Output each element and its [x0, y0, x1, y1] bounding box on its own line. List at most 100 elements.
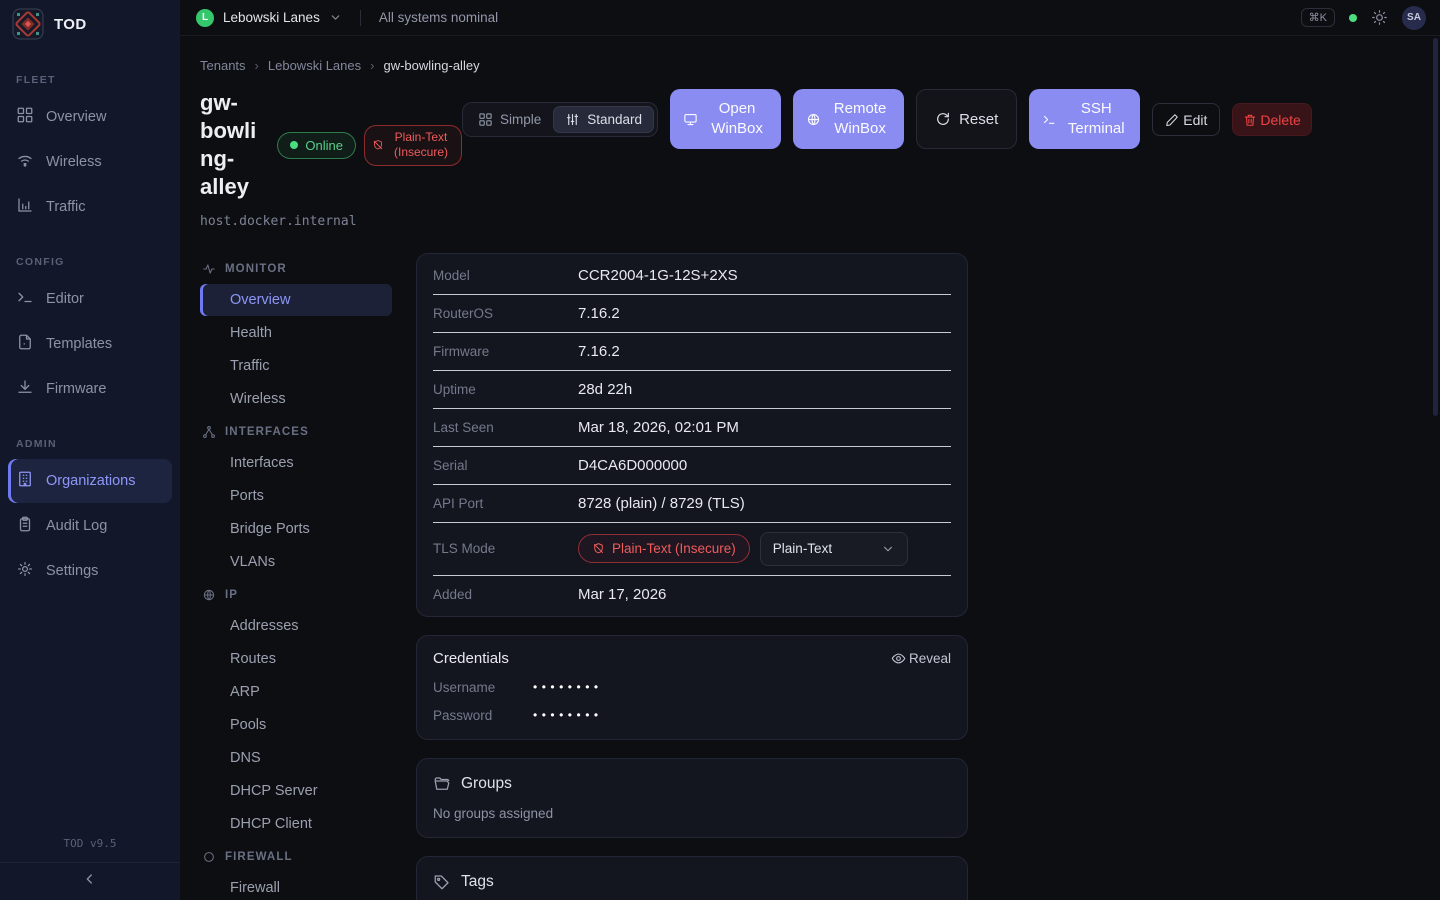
subnav-item-overview[interactable]: Overview: [200, 284, 392, 316]
subnav-item-traffic[interactable]: Traffic: [200, 350, 392, 382]
credential-masked-value: ••••••••: [533, 708, 603, 722]
sidebar-item-wireless[interactable]: Wireless: [8, 140, 172, 184]
body-columns: MONITOR Overview Health Traffic Wireless…: [200, 253, 1420, 900]
topbar-right: ⌘K SA: [1301, 6, 1426, 30]
detail-row-serial: Serial D4CA6D000000: [433, 446, 951, 484]
subnav-item-routes[interactable]: Routes: [200, 643, 392, 675]
firewall-icon: [202, 850, 216, 864]
subnav-item-dhcp-client[interactable]: DHCP Client: [200, 808, 392, 840]
detail-label: Added: [433, 587, 578, 602]
grid-icon: [478, 112, 493, 127]
subnav-section-monitor: MONITOR: [200, 253, 392, 283]
mode-standard-button[interactable]: Standard: [553, 106, 654, 133]
edit-label: Edit: [1183, 112, 1207, 128]
subnav-item-vlans[interactable]: VLANs: [200, 546, 392, 578]
breadcrumb-current: gw-bowling-alley: [383, 58, 479, 73]
app-root: TOD FLEET Overview Wireless Traffic CONF…: [0, 0, 1440, 900]
terminal-icon: [16, 288, 34, 310]
bar-chart-icon: [16, 196, 34, 218]
sidebar-item-label: Firmware: [46, 381, 106, 397]
app-logo-row: TOD: [0, 0, 180, 48]
command-palette-shortcut[interactable]: ⌘K: [1301, 8, 1335, 27]
trash-icon: [1243, 113, 1257, 127]
breadcrumb: Tenants › Lebowski Lanes › gw-bowling-al…: [200, 54, 1420, 73]
breadcrumb-separator: ›: [370, 58, 374, 73]
sidebar-item-settings[interactable]: Settings: [8, 549, 172, 593]
sidebar-item-overview[interactable]: Overview: [8, 95, 172, 139]
security-badge-label: Plain-Text (Insecure): [388, 130, 454, 161]
detail-row-uptime: Uptime 28d 22h: [433, 370, 951, 408]
sidebar-nav: FLEET Overview Wireless Traffic CONFIG E…: [0, 48, 180, 827]
subnav-item-dhcp-server[interactable]: DHCP Server: [200, 775, 392, 807]
tls-mode-select[interactable]: Plain-Text: [760, 532, 908, 566]
reset-button[interactable]: Reset: [916, 89, 1017, 149]
detail-value: 8728 (plain) / 8729 (TLS): [578, 495, 745, 512]
view-mode-toggle: Simple Standard: [462, 102, 658, 137]
sidebar-item-editor[interactable]: Editor: [8, 277, 172, 321]
shield-off-icon: [592, 542, 605, 555]
breadcrumb-separator: ›: [255, 58, 259, 73]
credentials-header: Credentials Reveal: [433, 650, 951, 667]
detail-value: D4CA6D000000: [578, 457, 687, 474]
subnav-item-ports[interactable]: Ports: [200, 480, 392, 512]
sidebar-item-templates[interactable]: Templates: [8, 322, 172, 366]
subnav-item-pools[interactable]: Pools: [200, 709, 392, 741]
reset-label: Reset: [959, 111, 998, 128]
file-icon: [16, 333, 34, 355]
scrollbar[interactable]: [1433, 38, 1438, 416]
mode-simple-label: Simple: [500, 112, 541, 127]
breadcrumb-tenant[interactable]: Lebowski Lanes: [268, 58, 361, 73]
subnav-item-dns[interactable]: DNS: [200, 742, 392, 774]
open-winbox-button[interactable]: Open WinBox: [670, 89, 781, 149]
subnav-item-arp[interactable]: ARP: [200, 676, 392, 708]
network-icon: [202, 425, 216, 439]
reveal-label: Reveal: [909, 651, 951, 666]
user-avatar[interactable]: SA: [1402, 6, 1426, 30]
subnav-item-wireless[interactable]: Wireless: [200, 383, 392, 415]
subnav-item-firewall[interactable]: Firewall: [200, 872, 392, 900]
subnav-section-label: IP: [225, 589, 238, 601]
delete-button[interactable]: Delete: [1232, 103, 1311, 136]
breadcrumb-tenants[interactable]: Tenants: [200, 58, 246, 73]
detail-label: Firmware: [433, 344, 578, 359]
subnav-section-label: INTERFACES: [225, 426, 309, 438]
detail-label: RouterOS: [433, 306, 578, 321]
detail-label: API Port: [433, 496, 578, 511]
edit-button[interactable]: Edit: [1152, 103, 1220, 136]
subnav-item-health[interactable]: Health: [200, 317, 392, 349]
reveal-button[interactable]: Reveal: [891, 651, 951, 666]
detail-column: Model CCR2004-1G-12S+2XS RouterOS 7.16.2…: [416, 253, 968, 900]
sun-icon: [1371, 9, 1388, 26]
sidebar-item-organizations[interactable]: Organizations: [8, 459, 172, 503]
tls-mode-select-value: Plain-Text: [773, 541, 832, 556]
detail-row-firmware: Firmware 7.16.2: [433, 332, 951, 370]
sidebar-item-traffic[interactable]: Traffic: [8, 185, 172, 229]
sidebar-item-label: Traffic: [46, 199, 85, 215]
device-details-card: Model CCR2004-1G-12S+2XS RouterOS 7.16.2…: [416, 253, 968, 617]
tags-card: Tags No tags assigned: [416, 856, 968, 900]
sidebar-collapse-button[interactable]: [0, 862, 180, 900]
subnav-item-bridge-ports[interactable]: Bridge Ports: [200, 513, 392, 545]
delete-label: Delete: [1260, 112, 1300, 128]
subnav-item-interfaces[interactable]: Interfaces: [200, 447, 392, 479]
subnav-item-addresses[interactable]: Addresses: [200, 610, 392, 642]
tenant-switcher[interactable]: L Lebowski Lanes: [196, 9, 342, 27]
theme-toggle-button[interactable]: [1371, 9, 1388, 26]
sidebar-item-label: Organizations: [46, 473, 135, 489]
detail-value: 7.16.2: [578, 343, 620, 360]
mode-simple-button[interactable]: Simple: [466, 106, 553, 133]
groups-title: Groups: [461, 775, 512, 793]
folder-icon: [433, 775, 451, 793]
tls-mode-badge-label: Plain-Text (Insecure): [612, 541, 736, 556]
remote-winbox-label: Remote WinBox: [829, 99, 891, 140]
page-title: gw-bowling-alley: [200, 89, 269, 202]
status-badge-label: Online: [305, 138, 343, 153]
sidebar-item-audit-log[interactable]: Audit Log: [8, 504, 172, 548]
topbar: L Lebowski Lanes All systems nominal ⌘K …: [180, 0, 1440, 36]
sidebar-item-label: Overview: [46, 109, 106, 125]
remote-winbox-button[interactable]: Remote WinBox: [793, 89, 904, 149]
sidebar-item-firmware[interactable]: Firmware: [8, 367, 172, 411]
credentials-title: Credentials: [433, 650, 509, 667]
refresh-icon: [935, 111, 951, 127]
ssh-terminal-button[interactable]: SSH Terminal: [1029, 89, 1140, 149]
